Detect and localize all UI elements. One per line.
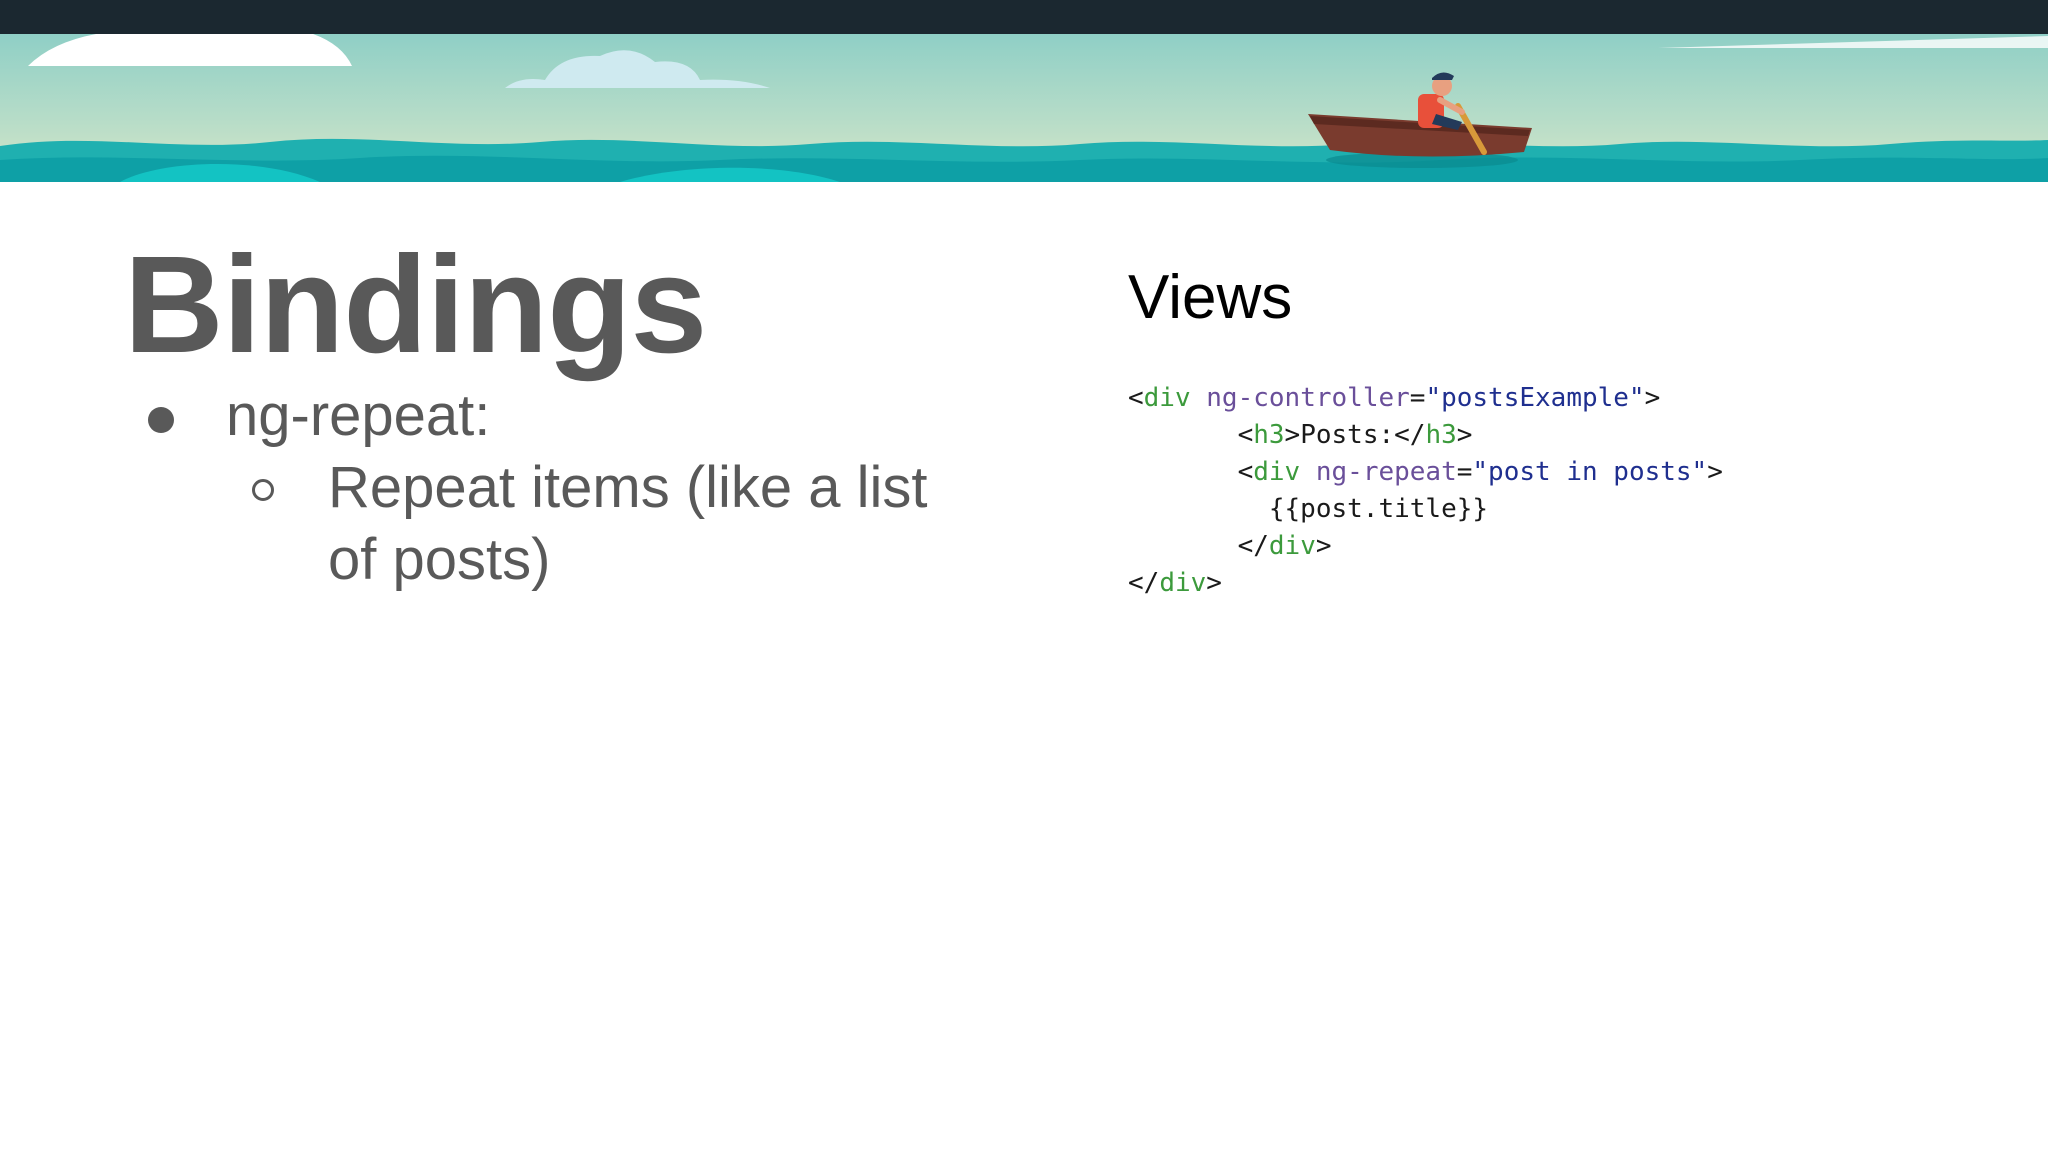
sub-bullet-circle-icon <box>252 479 274 501</box>
slide-title: Bindings <box>124 228 707 382</box>
code-token-punc: > <box>1206 568 1222 598</box>
code-token-tag: h3 <box>1425 420 1457 450</box>
code-token-str: "postsExample" <box>1425 383 1645 413</box>
code-line: <div ng-repeat="post in posts"> <box>1128 454 1723 491</box>
code-token-punc <box>1191 383 1207 413</box>
code-token-tag: h3 <box>1253 420 1285 450</box>
code-token-punc: = <box>1456 457 1473 487</box>
bullet-dot-icon <box>148 407 174 433</box>
code-token-attr: ng-controller <box>1206 383 1410 413</box>
code-token-str: "post in posts" <box>1472 457 1708 487</box>
code-token-punc: < <box>1128 383 1144 413</box>
code-line: {{post.title}} <box>1128 491 1723 528</box>
code-line: <div ng-controller="postsExample"> <box>1128 380 1723 417</box>
code-token-tag: div <box>1143 383 1191 413</box>
code-token-punc: < <box>1128 420 1254 450</box>
code-token-punc: </ <box>1128 531 1269 561</box>
code-token-punc: > <box>1644 383 1661 413</box>
bullet-item-ng-repeat: ng-repeat: <box>226 383 491 448</box>
code-token-attr: ng-repeat <box>1315 457 1457 487</box>
code-token-punc: = <box>1409 383 1426 413</box>
code-token-punc: < <box>1128 457 1254 487</box>
code-line: </div> <box>1128 528 1723 565</box>
code-line: </div> <box>1128 565 1723 602</box>
sea-illustration <box>0 34 2048 182</box>
code-token-punc <box>1300 457 1316 487</box>
code-line: <h3>Posts:</h3> <box>1128 417 1723 454</box>
header-banner <box>0 34 2048 182</box>
code-token-punc: > <box>1456 420 1473 450</box>
code-token-tag: div <box>1159 568 1207 598</box>
code-token-punc: > <box>1315 531 1332 561</box>
top-bar <box>0 0 2048 34</box>
code-token-punc: >Posts:</ <box>1284 420 1426 450</box>
code-token-punc: {{post.title}} <box>1128 494 1489 524</box>
code-block: <div ng-controller="postsExample"> <h3>P… <box>1128 380 1723 602</box>
code-token-punc: > <box>1707 457 1723 487</box>
code-token-punc: </ <box>1128 568 1160 598</box>
sub-bullet-item: Repeat items (like a list of posts) <box>328 455 928 592</box>
code-token-tag: div <box>1253 457 1301 487</box>
cloud-shape <box>28 34 352 66</box>
code-token-tag: div <box>1268 531 1316 561</box>
views-heading: Views <box>1128 263 1293 332</box>
